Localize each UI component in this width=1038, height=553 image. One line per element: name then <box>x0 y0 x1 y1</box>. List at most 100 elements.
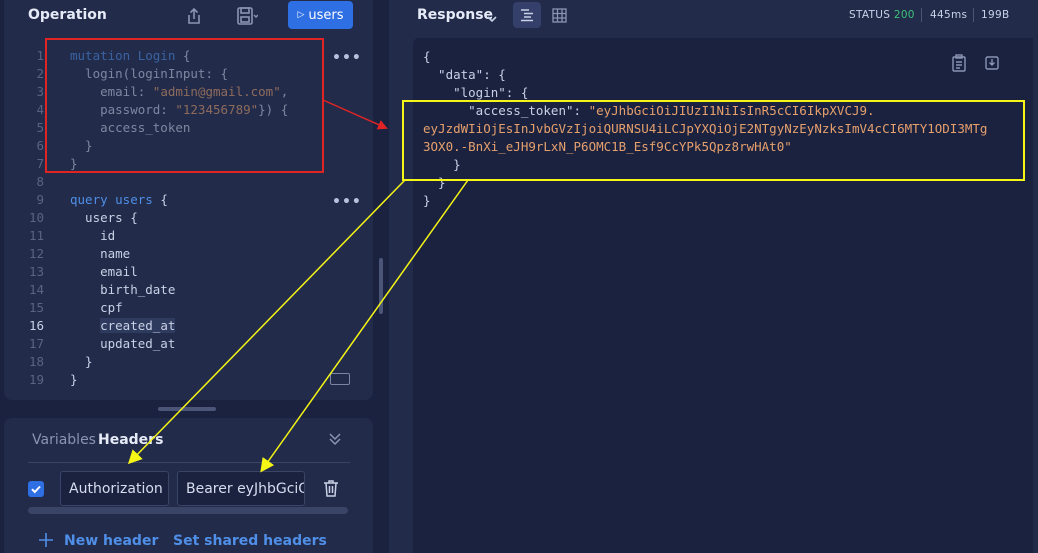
code-line[interactable]: 12 name <box>4 245 373 263</box>
code-line[interactable]: 19} <box>4 371 373 389</box>
json-line: "login": { <box>423 85 529 100</box>
chevron-down-icon[interactable] <box>486 10 498 23</box>
keyboard-icon[interactable] <box>330 373 350 385</box>
panel-resize-handle[interactable] <box>158 407 216 411</box>
code-text: name <box>70 246 131 261</box>
headers-horizontal-scrollbar[interactable] <box>28 507 348 514</box>
line-number: 7 <box>36 156 44 171</box>
code-line[interactable]: 14 birth_date <box>4 281 373 299</box>
code-text: birth_date <box>70 282 176 297</box>
tab-variables[interactable]: Variables <box>32 432 96 448</box>
divider <box>921 8 922 22</box>
code-text: } <box>70 354 93 369</box>
code-line[interactable]: 8 <box>4 173 373 191</box>
code-line[interactable]: 4 password: "123456789"}) { <box>4 101 373 119</box>
json-line: } <box>423 157 461 172</box>
line-number: 19 <box>28 372 44 387</box>
code-text: } <box>70 138 93 153</box>
code-line[interactable]: 10 users { <box>4 209 373 227</box>
json-line: "access_token": "eyJhbGciOiJIUzI1NiIsInR… <box>423 103 875 118</box>
code-text: updated_at <box>70 336 176 351</box>
share-icon[interactable] <box>184 6 206 26</box>
json-line: } <box>423 193 431 208</box>
code-text: } <box>70 372 78 387</box>
more-options-icon[interactable]: ••• <box>332 50 362 66</box>
more-options-icon[interactable]: ••• <box>332 194 362 210</box>
code-line[interactable]: 5 access_token <box>4 119 373 137</box>
copy-icon[interactable] <box>951 54 967 72</box>
json-line: 3OX0.-BnXi_eJH9rLxN_P6OMC1B_Esf9CcYPk5Qp… <box>423 139 792 154</box>
list-view-icon <box>521 9 533 22</box>
code-line[interactable]: 15 cpf <box>4 299 373 317</box>
code-text: users { <box>70 210 138 225</box>
collapse-chevron-icon[interactable] <box>328 431 342 447</box>
code-text: created_at <box>100 318 176 333</box>
status-code: 200 <box>893 9 915 21</box>
line-number: 12 <box>28 246 44 261</box>
line-number: 2 <box>36 66 44 81</box>
line-number: 16 <box>28 318 44 333</box>
code-text: email <box>70 264 138 279</box>
response-body[interactable]: { "data": { "login": { "access_token": "… <box>413 38 1033 553</box>
line-number: 14 <box>28 282 44 297</box>
code-text: login(loginInput: { <box>70 66 229 81</box>
code-line[interactable]: 2 login(loginInput: { <box>4 65 373 83</box>
table-view-button[interactable] <box>545 2 573 28</box>
line-number: 18 <box>28 354 44 369</box>
line-number: 4 <box>36 102 44 117</box>
download-icon[interactable] <box>984 54 1000 72</box>
code-line[interactable]: 1 mutation Login { <box>4 47 373 65</box>
code-line[interactable]: 9 query users { <box>4 191 373 209</box>
divider <box>973 8 974 22</box>
line-number: 10 <box>28 210 44 225</box>
response-size: 199B <box>981 9 1010 21</box>
trash-icon[interactable] <box>322 479 340 498</box>
json-line: eyJzdWIiOjEsInJvbGVzIjoiQURNSU4iLCJpYXQi… <box>423 121 988 136</box>
code-text: password: "123456789"}) { <box>70 102 289 117</box>
run-button-label: users <box>308 7 344 23</box>
tab-headers[interactable]: Headers <box>98 432 163 448</box>
code-text: cpf <box>70 300 123 315</box>
check-icon <box>31 485 41 494</box>
json-line: } <box>423 175 446 190</box>
run-users-button[interactable]: ▷ users <box>288 1 353 29</box>
status-label: STATUS 200 <box>849 9 915 21</box>
code-text: query users { <box>70 192 168 207</box>
code-line[interactable]: 11 id <box>4 227 373 245</box>
operation-title: Operation <box>28 7 107 23</box>
editor-scrollbar[interactable] <box>379 258 383 314</box>
variables-headers-panel: Variables Headers Authorization Bearer e… <box>4 418 373 553</box>
new-header-link[interactable]: New header <box>64 533 158 549</box>
line-number: 11 <box>28 228 44 243</box>
line-number: 6 <box>36 138 44 153</box>
shared-headers-link[interactable]: Set shared headers <box>173 533 327 549</box>
plus-icon[interactable] <box>38 532 54 548</box>
code-line[interactable]: 6 } <box>4 137 373 155</box>
header-enabled-checkbox[interactable] <box>28 481 44 497</box>
json-line: { <box>423 49 431 64</box>
code-text: email: "admin@gmail.com", <box>70 84 289 99</box>
tab-divider <box>28 462 350 463</box>
header-value-input[interactable]: Bearer eyJhbGciOiJIUzI1NiIsInR5cCI6IkpXV… <box>177 471 305 506</box>
save-icon[interactable] <box>236 6 259 26</box>
code-line[interactable]: 3 email: "admin@gmail.com", <box>4 83 373 101</box>
play-icon: ▷ <box>297 10 305 20</box>
code-line[interactable]: 16 created_at <box>4 317 373 335</box>
code-line[interactable]: 13 email <box>4 263 373 281</box>
operation-header: Operation ▷ users <box>4 0 373 32</box>
code-line[interactable]: 17 updated_at <box>4 335 373 353</box>
code-text: access_token <box>70 120 191 135</box>
code-line[interactable]: 7} <box>4 155 373 173</box>
code-text: id <box>70 228 116 243</box>
left-column: Operation ▷ users 1 mutation Login {2 log… <box>0 0 385 553</box>
header-key-input[interactable]: Authorization <box>60 471 169 506</box>
json-view-button[interactable] <box>513 2 541 28</box>
line-number: 5 <box>36 120 44 135</box>
line-number: 8 <box>36 174 44 189</box>
response-panel: Response STATUS 200 445ms 199B { "data":… <box>389 0 1038 553</box>
response-title[interactable]: Response <box>417 7 493 23</box>
line-number: 3 <box>36 84 44 99</box>
line-number: 1 <box>36 48 44 63</box>
code-line[interactable]: 18 } <box>4 353 373 371</box>
line-number: 15 <box>28 300 44 315</box>
